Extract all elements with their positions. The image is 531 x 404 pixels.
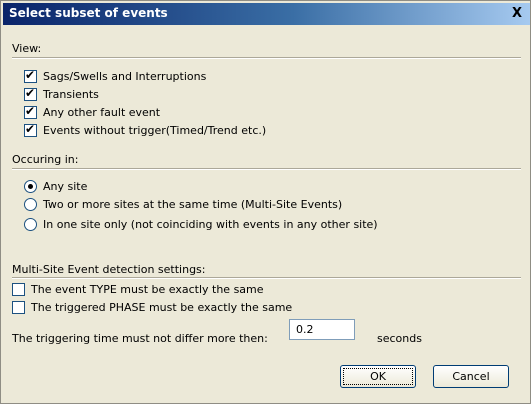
no-trigger-checkbox[interactable]: ✔ <box>24 122 37 137</box>
occurring-option-any-site[interactable]: Any site <box>24 179 87 194</box>
check-icon: ✔ <box>25 122 36 136</box>
view-section-label: View: <box>12 42 42 55</box>
select-subset-dialog: Select subset of events X View: ✔ Sags/S… <box>0 0 531 404</box>
transients-checkbox[interactable]: ✔ <box>24 86 37 101</box>
check-icon: ✔ <box>25 86 36 100</box>
occurring-separator <box>12 168 521 170</box>
occurring-option-one-site[interactable]: In one site only (not coinciding with ev… <box>24 217 378 232</box>
one-site-radio[interactable] <box>24 218 37 231</box>
view-item-other-fault[interactable]: ✔ Any other fault event <box>24 104 161 120</box>
sags-swells-label: Sags/Swells and Interruptions <box>43 70 207 83</box>
sags-swells-checkbox[interactable]: ✔ <box>24 68 37 83</box>
phase-checkbox[interactable] <box>12 301 25 314</box>
any-site-radio[interactable] <box>24 180 37 193</box>
occurring-option-multi-site[interactable]: Two or more sites at the same time (Mult… <box>24 197 342 212</box>
other-fault-checkbox[interactable]: ✔ <box>24 104 37 119</box>
trigger-time-label: The triggering time must not differ more… <box>12 332 268 345</box>
no-trigger-label: Events without trigger(Timed/Trend etc.) <box>43 124 267 137</box>
check-icon: ✔ <box>25 68 36 82</box>
cancel-button[interactable]: Cancel <box>433 365 509 388</box>
ok-button[interactable]: OK <box>340 365 416 388</box>
multisite-separator <box>12 277 521 279</box>
view-separator <box>12 57 521 59</box>
multi-site-label: Two or more sites at the same time (Mult… <box>43 198 343 211</box>
check-icon: ✔ <box>25 104 36 118</box>
trigger-time-unit: seconds <box>377 332 422 345</box>
occurring-section-label: Occuring in: <box>12 153 79 166</box>
title-bar[interactable]: Select subset of events X <box>3 3 530 25</box>
event-type-label: The event TYPE must be exactly the same <box>31 283 264 296</box>
close-button[interactable]: X <box>508 5 526 22</box>
radio-dot-icon <box>28 184 33 189</box>
any-site-label: Any site <box>43 180 88 193</box>
one-site-label: In one site only (not coinciding with ev… <box>43 218 378 231</box>
dialog-title: Select subset of events <box>9 6 168 20</box>
other-fault-label: Any other fault event <box>43 106 161 119</box>
event-type-checkbox[interactable] <box>12 283 25 296</box>
trigger-time-input[interactable] <box>289 319 355 340</box>
multi-site-radio[interactable] <box>24 198 37 211</box>
phase-label: The triggered PHASE must be exactly the … <box>31 301 293 314</box>
multisite-item-phase[interactable]: The triggered PHASE must be exactly the … <box>12 300 292 315</box>
multisite-item-type[interactable]: The event TYPE must be exactly the same <box>12 282 264 297</box>
view-item-sags-swells[interactable]: ✔ Sags/Swells and Interruptions <box>24 68 207 84</box>
view-item-no-trigger[interactable]: ✔ Events without trigger(Timed/Trend etc… <box>24 122 267 138</box>
view-item-transients[interactable]: ✔ Transients <box>24 86 99 102</box>
close-icon: X <box>511 6 523 21</box>
transients-label: Transients <box>43 88 99 101</box>
multisite-section-label: Multi-Site Event detection settings: <box>12 263 206 276</box>
